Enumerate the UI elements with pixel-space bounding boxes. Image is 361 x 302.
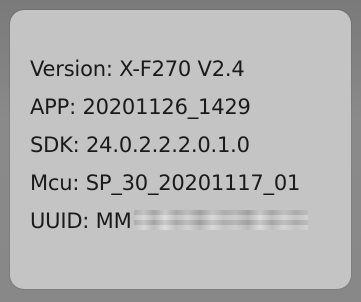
uuid-row: UUID: MM [30,202,308,240]
device-info-dialog: Version: X-F270 V2.4 APP: 20201126_1429 … [10,10,351,289]
app-version-text: APP: 20201126_1429 [30,95,251,119]
uuid-text: UUID: MM [30,209,132,233]
mcu-version-text: Mcu: SP_30_20201117_01 [30,171,301,195]
device-info-list: Version: X-F270 V2.4 APP: 20201126_1429 … [30,50,308,240]
uuid-redaction-mask [133,210,308,230]
sdk-version-text: SDK: 24.0.2.2.2.0.1.0 [30,133,250,157]
version-text: Version: X-F270 V2.4 [30,57,245,81]
